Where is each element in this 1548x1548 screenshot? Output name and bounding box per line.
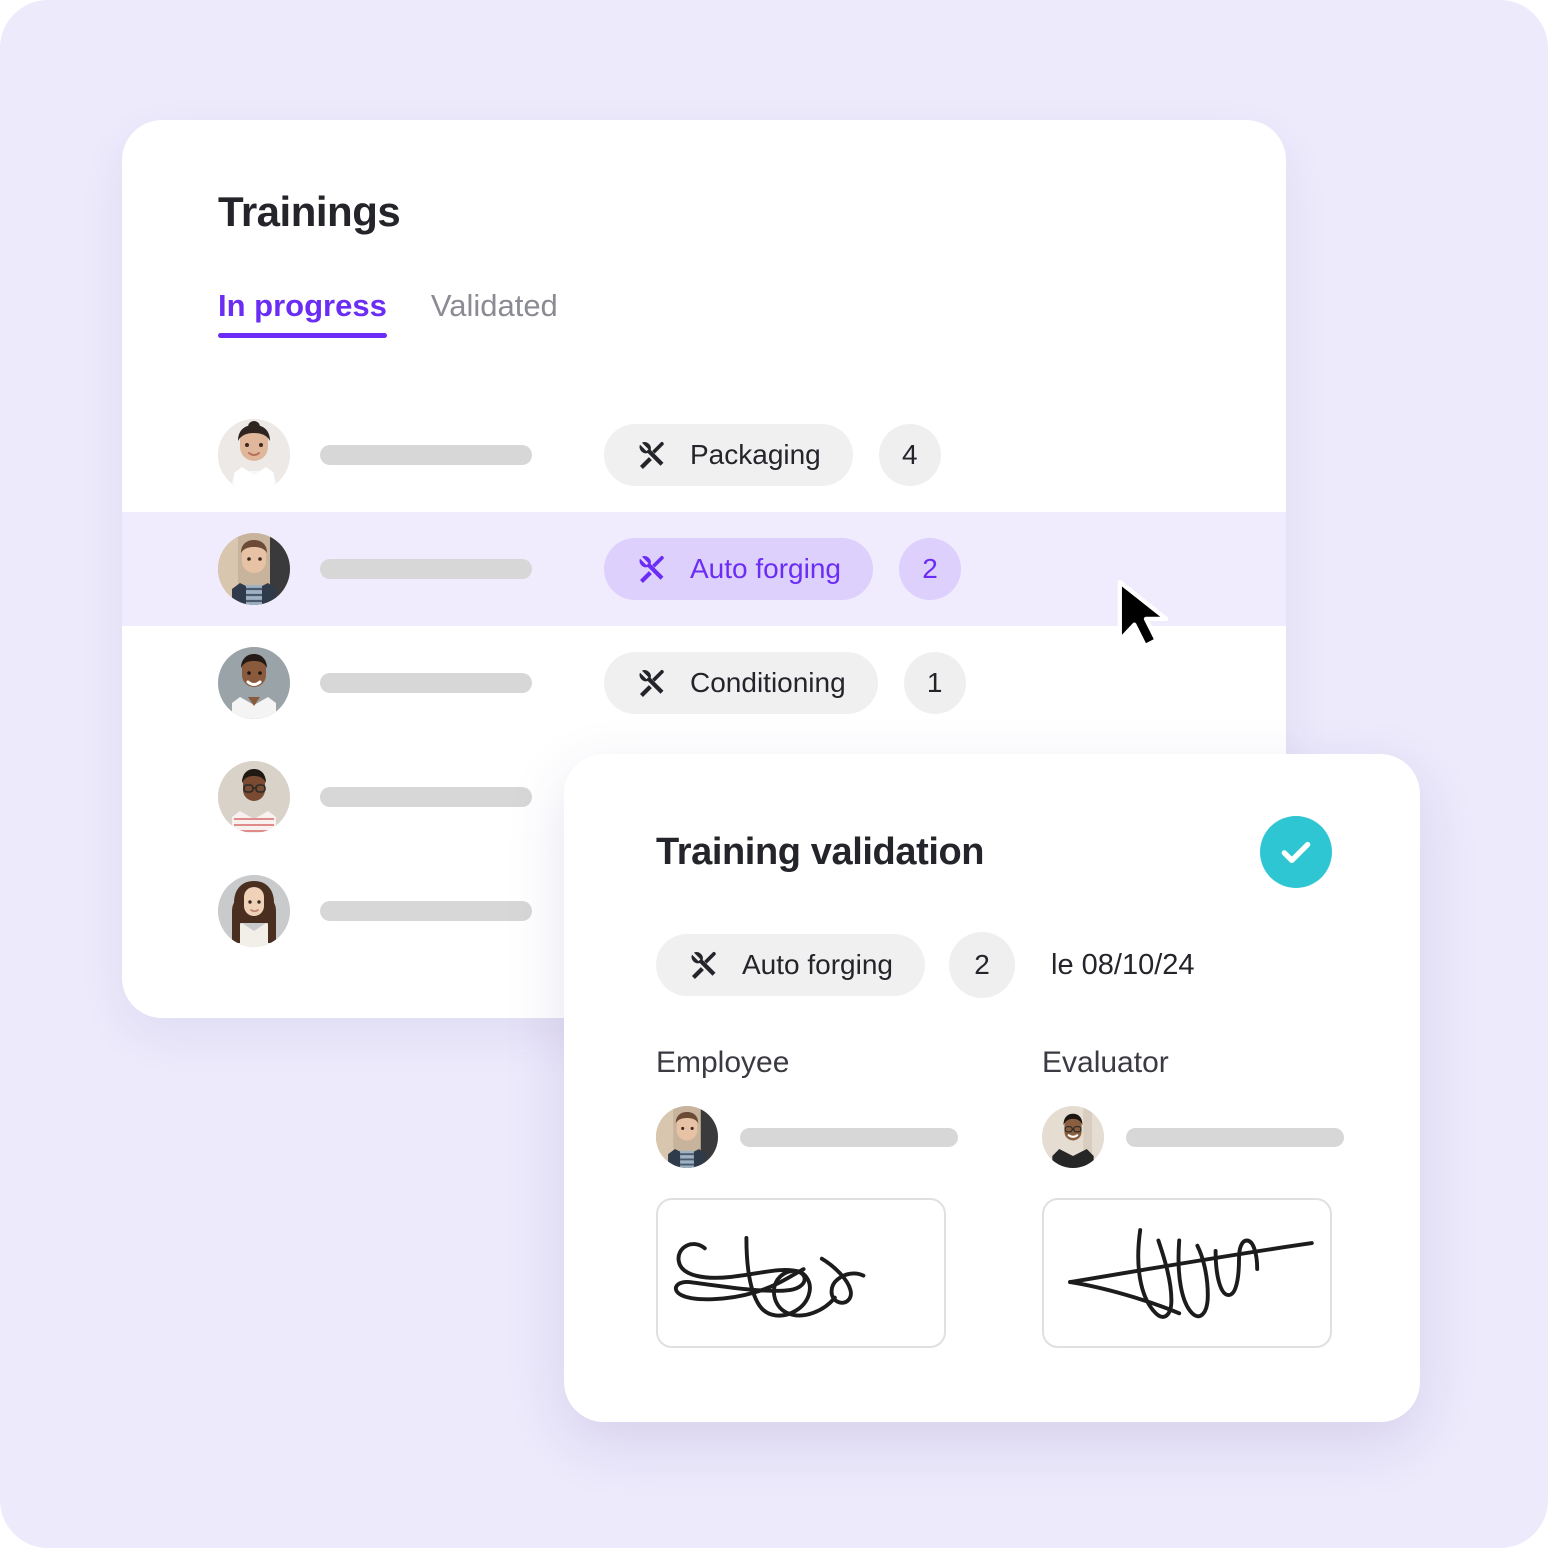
employee-column: Employee (656, 1046, 958, 1348)
tools-icon (636, 438, 670, 472)
evaluator-column: Evaluator (1042, 1046, 1344, 1348)
count-badge: 4 (878, 424, 941, 486)
training-validation-card: Training validation Auto forging 2 le 08… (564, 754, 1420, 1422)
signature-scribble-loops (673, 1235, 866, 1318)
name-placeholder (320, 559, 532, 579)
training-chip[interactable]: Packaging (604, 424, 853, 486)
training-chip[interactable]: Auto forging (656, 934, 925, 996)
validation-date: le 08/10/24 (1051, 948, 1195, 981)
avatar (1042, 1106, 1104, 1168)
name-placeholder (740, 1127, 958, 1147)
chip-label: Auto forging (742, 949, 893, 980)
name-placeholder (320, 445, 532, 465)
app-background: Trainings In progress Validated Packagin… (0, 0, 1548, 1548)
tab-validated[interactable]: Validated (431, 288, 558, 338)
chip-label: Auto forging (690, 553, 841, 584)
check-icon (1260, 816, 1332, 888)
tools-icon (688, 948, 722, 982)
tools-icon (636, 552, 670, 586)
chip-label: Packaging (690, 439, 821, 470)
validation-header: Training validation (656, 816, 1332, 888)
avatar (218, 419, 290, 491)
avatar (218, 647, 290, 719)
tab-bar: In progress Validated (218, 288, 558, 338)
table-row[interactable]: Conditioning 1 (122, 626, 1286, 740)
count-badge: 1 (903, 652, 966, 714)
employee-person (656, 1106, 958, 1168)
name-placeholder (320, 901, 532, 921)
signature-scribble-peaks (1068, 1228, 1314, 1319)
validation-meta: Auto forging 2 le 08/10/24 (656, 932, 1195, 998)
chip-slot: Packaging 4 (604, 424, 941, 486)
name-placeholder (320, 787, 532, 807)
validation-title: Training validation (656, 830, 985, 873)
table-row[interactable]: Packaging 4 (122, 398, 1286, 512)
avatar (218, 875, 290, 947)
count-badge: 2 (949, 932, 1015, 998)
evaluator-person (1042, 1106, 1344, 1168)
name-placeholder (320, 673, 532, 693)
avatar (218, 761, 290, 833)
tab-in-progress[interactable]: In progress (218, 288, 387, 338)
employee-signature[interactable] (656, 1198, 946, 1348)
tools-icon (636, 666, 670, 700)
chip-slot: Conditioning 1 (604, 652, 966, 714)
avatar (656, 1106, 718, 1168)
table-row[interactable]: Auto forging 2 (122, 512, 1286, 626)
chip-slot: Auto forging 2 (604, 538, 961, 600)
employee-label: Employee (656, 1046, 790, 1079)
count-badge: 2 (899, 538, 961, 600)
evaluator-label: Evaluator (1042, 1046, 1169, 1079)
avatar (218, 533, 290, 605)
training-chip[interactable]: Conditioning (604, 652, 878, 714)
training-chip[interactable]: Auto forging (604, 538, 873, 600)
signature-columns: Employee Evaluator (656, 1046, 1344, 1348)
name-placeholder (1126, 1127, 1344, 1147)
evaluator-signature[interactable] (1042, 1198, 1332, 1348)
chip-label: Conditioning (690, 667, 846, 698)
page-title: Trainings (218, 188, 401, 235)
